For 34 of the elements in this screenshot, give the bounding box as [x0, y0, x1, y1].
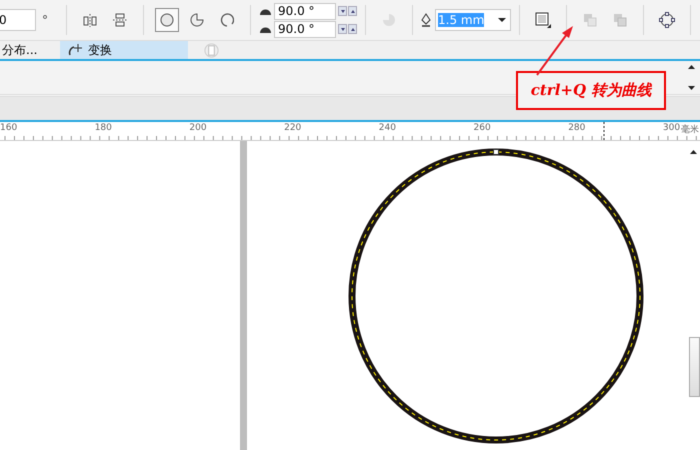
ruler-label: 260 [474, 123, 491, 133]
transform-icon [68, 43, 84, 57]
arc-icon [220, 13, 234, 27]
angle-field[interactable]: 0 [0, 9, 36, 31]
docker-tab[interactable]: 变换 [60, 41, 188, 59]
shape-mode-button[interactable] [155, 8, 179, 32]
pie-icon [190, 13, 204, 27]
ruler-unit: 毫米 [681, 123, 699, 136]
end-angle-field[interactable]: 90.0 ° [274, 20, 336, 38]
ruler-label: 240 [378, 123, 396, 133]
increment-button[interactable] [348, 6, 357, 16]
decrement-button[interactable] [338, 24, 347, 34]
increment-button[interactable] [348, 24, 357, 34]
docker-tab[interactable]: 分布... [0, 41, 60, 59]
ruler-label: 200 [189, 123, 207, 133]
ruler-label: 160 [0, 123, 18, 133]
circle-shape[interactable] [347, 147, 645, 445]
outline-width-value: 1.5 mm [438, 13, 484, 27]
ellipse-icon [160, 13, 174, 27]
scroll-up-icon[interactable] [690, 150, 697, 154]
ruler-label: 180 [94, 123, 112, 133]
ruler-label: 280 [568, 123, 586, 133]
scroll-up-icon[interactable] [688, 65, 695, 69]
decrement-button[interactable] [338, 6, 347, 16]
dropdown-caret-icon [498, 18, 506, 22]
start-angle-field[interactable]: 90.0 ° [274, 2, 336, 20]
degree-unit: ° [42, 13, 48, 27]
ruler-label: 300 [662, 123, 680, 133]
pen-nib-icon [421, 13, 431, 27]
scroll-down-icon[interactable] [688, 86, 695, 90]
annotation-callout: ctrl+Q 转为曲线 [516, 71, 666, 110]
ruler-label: 220 [284, 123, 302, 133]
scrollbar-thumb[interactable] [689, 337, 700, 397]
pointer-arrow [535, 24, 575, 77]
